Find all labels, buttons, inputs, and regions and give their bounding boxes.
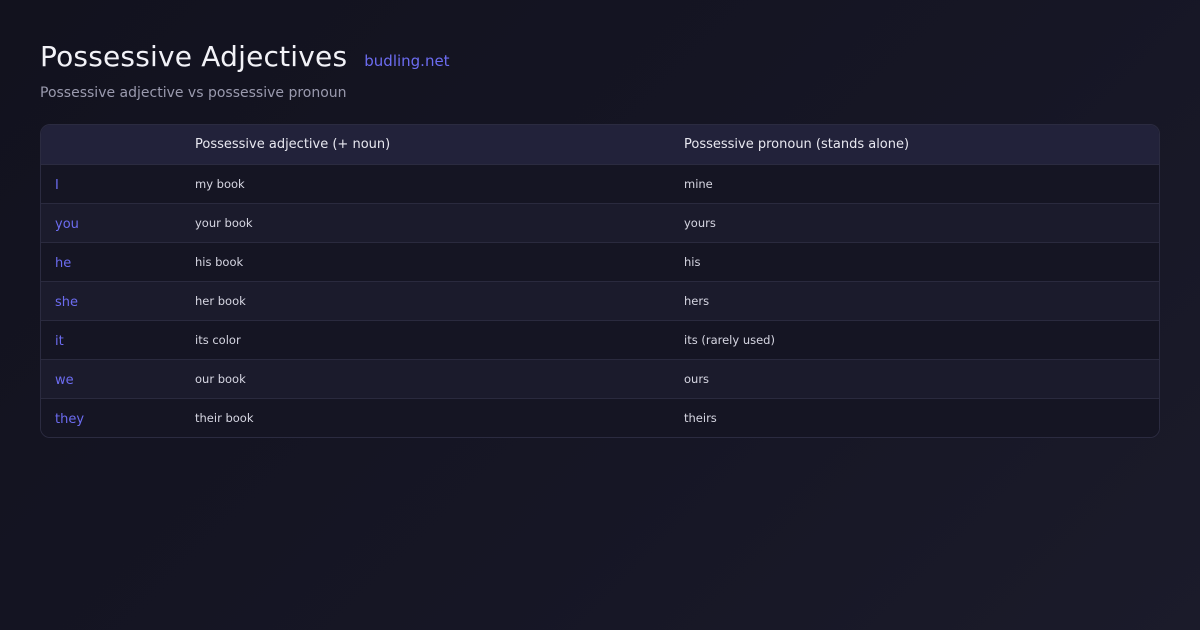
table-row: I my book mine: [41, 164, 1159, 203]
row-possessive: hers: [670, 280, 1159, 320]
row-pronoun: you: [41, 202, 181, 242]
page-subtitle: Possessive adjective vs possessive prono…: [40, 85, 347, 101]
row-adjective: my book: [195, 176, 245, 191]
row-pronoun: we: [41, 358, 181, 398]
row-adjective: his book: [181, 241, 670, 281]
page-header: Possessive Adjectives budling.net: [40, 40, 450, 73]
row-adjective: her book: [181, 280, 670, 320]
table-row: it its color its (rarely used): [41, 319, 1159, 359]
table-row: he his book his: [41, 241, 1159, 281]
row-possessive: mine: [684, 176, 713, 191]
row-possessive: his: [670, 241, 1159, 281]
table-header-row: Possessive adjective (+ noun) Possessive…: [41, 125, 1159, 165]
row-pronoun: they: [41, 397, 181, 437]
row-pronoun: he: [41, 241, 181, 281]
row-possessive: theirs: [670, 397, 1159, 437]
table-row: we our book ours: [41, 358, 1159, 398]
row-adjective: your book: [181, 202, 670, 242]
row-possessive: ours: [670, 358, 1159, 398]
row-adjective: its color: [181, 319, 670, 359]
table-row: you your book yours: [41, 202, 1159, 242]
comparison-table: Possessive adjective (+ noun) Possessive…: [40, 124, 1160, 438]
table-row: they their book theirs: [41, 397, 1159, 437]
row-possessive: yours: [670, 202, 1159, 242]
row-adjective: their book: [181, 397, 670, 437]
row-pronoun: I: [55, 177, 59, 193]
brand-link[interactable]: budling.net: [364, 52, 449, 70]
header-pronoun: [41, 125, 181, 165]
row-adjective: our book: [181, 358, 670, 398]
table-row: she her book hers: [41, 280, 1159, 320]
row-pronoun: she: [41, 280, 181, 320]
row-possessive: its (rarely used): [670, 319, 1159, 359]
header-possessive-adjective: Possessive adjective (+ noun): [181, 125, 670, 165]
page-title: Possessive Adjectives: [40, 40, 348, 73]
row-pronoun: it: [41, 319, 181, 359]
header-possessive-pronoun: Possessive pronoun (stands alone): [670, 125, 1159, 165]
